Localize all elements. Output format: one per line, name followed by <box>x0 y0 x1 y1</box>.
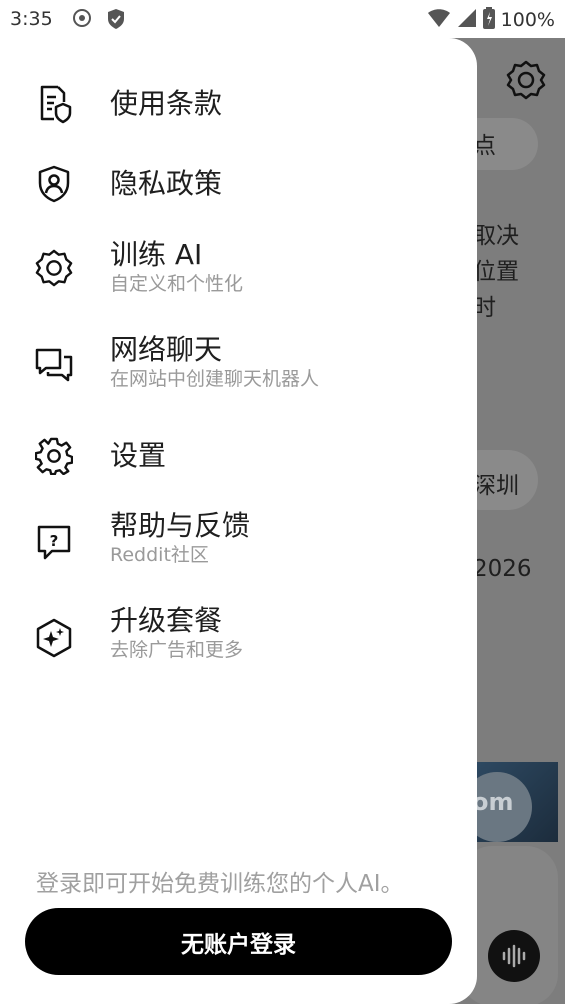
battery-percent: 100% <box>500 9 555 31</box>
background-text: 位置 <box>473 259 519 285</box>
menu-item-subtitle: Reddit社区 <box>110 544 209 566</box>
menu-item-settings[interactable]: 设置 <box>0 434 477 478</box>
menu-item-title: 帮助与反馈 <box>110 509 251 542</box>
background-text: 取决 <box>473 223 519 249</box>
svg-text:?: ? <box>50 532 59 550</box>
menu-item-subtitle: 去除广告和更多 <box>110 639 244 661</box>
login-promo-text: 登录即可开始免费训练您的个人AI。 <box>36 871 404 897</box>
status-bar: 3:35 100% <box>0 0 565 38</box>
background-text: 深圳 <box>473 473 519 499</box>
music-notification-icon <box>72 8 92 32</box>
help-bubble-icon: ? <box>34 523 74 563</box>
sparkle-hexagon-icon <box>34 618 74 658</box>
background-image-text: om <box>472 788 514 816</box>
wifi-icon <box>427 8 451 32</box>
status-right: 100% <box>427 7 555 33</box>
menu-item-terms[interactable]: 使用条款 <box>0 82 477 126</box>
menu-item-privacy[interactable]: 隐私政策 <box>0 162 477 206</box>
menu-item-help[interactable]: ? 帮助与反馈 Reddit社区 <box>0 507 477 577</box>
menu-item-title: 升级套餐 <box>110 604 223 637</box>
gear-icon <box>34 436 74 476</box>
menu-item-title: 训练 AI <box>110 238 203 271</box>
background-text: 2026 <box>473 556 532 582</box>
chat-bubbles-icon <box>34 345 74 385</box>
menu-item-title: 隐私政策 <box>110 167 223 200</box>
menu-item-subtitle: 在网站中创建聊天机器人 <box>110 368 320 390</box>
menu-item-subtitle: 自定义和个性化 <box>110 273 244 295</box>
menu-item-upgrade[interactable]: 升级套餐 去除广告和更多 <box>0 602 477 672</box>
ai-gear-icon <box>506 60 546 104</box>
login-button[interactable]: 无账户登录 <box>25 908 452 975</box>
menu-item-train-ai[interactable]: 训练 AI 自定义和个性化 <box>0 236 477 306</box>
battery-icon <box>482 7 495 33</box>
shield-check-notification-icon <box>106 8 126 34</box>
menu-item-web-chat[interactable]: 网络聊天 在网站中创建聊天机器人 <box>0 331 477 401</box>
user-shield-icon <box>34 164 74 204</box>
navigation-drawer: 使用条款 隐私政策 训练 AI 自定义和个性化 网络聊天 在网站中创建聊天机器人 <box>0 38 477 1004</box>
menu-item-title: 网络聊天 <box>110 333 223 366</box>
background-image: om <box>470 762 558 842</box>
document-shield-icon <box>34 84 74 124</box>
voice-icon <box>488 930 540 982</box>
status-time: 3:35 <box>10 8 53 30</box>
signal-icon <box>457 8 477 32</box>
menu-item-title: 使用条款 <box>110 87 223 120</box>
ai-gear-icon <box>34 248 74 288</box>
menu-item-title: 设置 <box>110 439 167 472</box>
